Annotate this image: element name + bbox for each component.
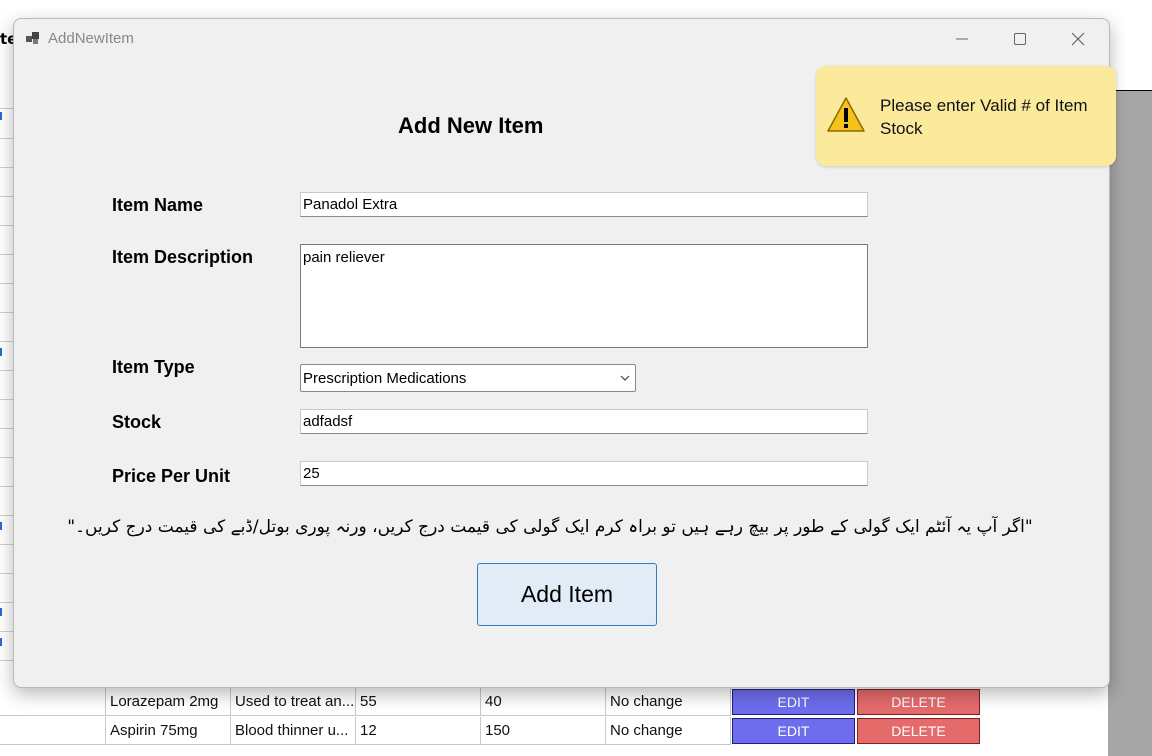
item-description-label: Item Description [112, 247, 254, 267]
cell-status: No change [606, 717, 731, 745]
delete-button[interactable]: DELETE [857, 689, 980, 715]
warning-icon [827, 97, 865, 132]
item-type-label: Item Type [112, 357, 195, 377]
item-type-selected-value: Prescription Medications [303, 370, 467, 387]
cell-description: Used to treat an... [231, 688, 356, 716]
background-panel [1108, 90, 1152, 756]
table-row: Lorazepam 2mg Used to treat an... 55 40 … [0, 688, 980, 717]
item-name-label: Item Name [112, 195, 204, 215]
item-name-field[interactable]: Panadol Extra [300, 192, 868, 217]
app-icon [26, 32, 39, 44]
stock-label: Stock [112, 412, 162, 432]
background-table-left-strip [0, 90, 13, 690]
validation-toast[interactable]: Please enter Valid # of Item Stock [816, 66, 1116, 166]
maximize-button[interactable] [998, 23, 1042, 55]
edit-button[interactable]: EDIT [732, 718, 855, 744]
maximize-icon [1014, 33, 1026, 45]
cell-stock: 55 [356, 688, 481, 716]
cell-stock: 12 [356, 717, 481, 745]
cell-price: 150 [481, 717, 606, 745]
close-icon [1071, 32, 1085, 46]
edit-button[interactable]: EDIT [732, 689, 855, 715]
item-description-field[interactable]: pain reliever [300, 244, 868, 348]
pricing-instruction-note: "اگر آپ یہ آئٹم ایک گولی کے طور پر بیچ ر… [67, 517, 1033, 537]
table-row: Aspirin 75mg Blood thinner u... 12 150 N… [0, 717, 980, 746]
price-per-unit-label: Price Per Unit [112, 466, 231, 486]
price-per-unit-field[interactable]: 25 [300, 461, 868, 486]
cell-price: 40 [481, 688, 606, 716]
toast-message: Please enter Valid # of Item Stock [880, 96, 1088, 138]
cell-description: Blood thinner u... [231, 717, 356, 745]
item-type-select[interactable]: Prescription Medications [300, 364, 636, 392]
stock-field[interactable]: adfadsf [300, 409, 868, 434]
chevron-down-icon [620, 375, 630, 381]
form-heading: Add New Item [398, 113, 544, 138]
cell-name: Aspirin 75mg [106, 717, 231, 745]
add-item-button[interactable]: Add Item [477, 563, 657, 626]
cell-name: Lorazepam 2mg [106, 688, 231, 716]
close-button[interactable] [1056, 23, 1100, 55]
window-title: AddNewItem [48, 30, 134, 47]
minimize-button[interactable] [940, 23, 984, 55]
cell-status: No change [606, 688, 731, 716]
delete-button[interactable]: DELETE [857, 718, 980, 744]
title-bar[interactable]: AddNewItem [14, 19, 1109, 59]
minimize-icon [956, 38, 968, 40]
